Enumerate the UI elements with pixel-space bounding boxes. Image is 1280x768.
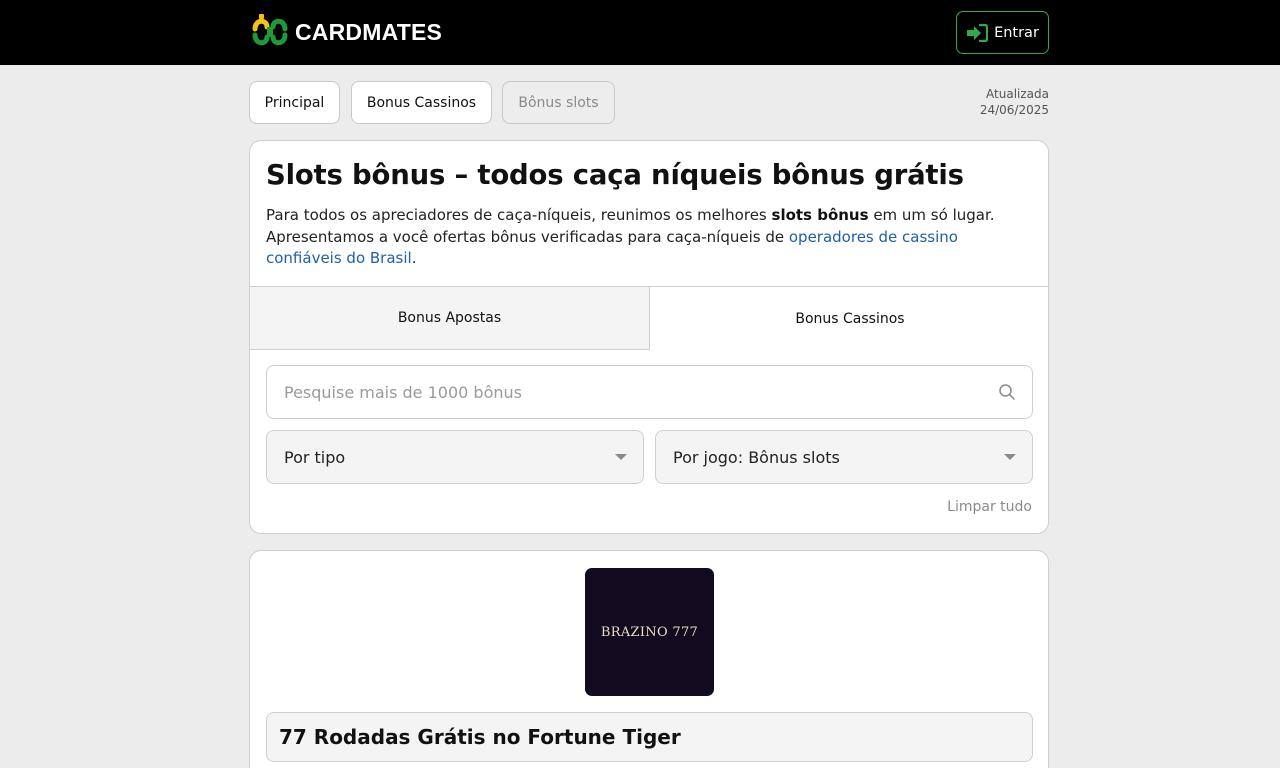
- game-filter-value: Por jogo: Bônus slots: [673, 447, 840, 467]
- page-title: Slots bônus – todos caça níqueis bônus g…: [266, 159, 964, 191]
- search-input[interactable]: [267, 366, 987, 418]
- bonus-filter-panel: Slots bônus – todos caça níqueis bônus g…: [249, 140, 1049, 534]
- top-header: CARDMATES Entrar: [0, 0, 1280, 65]
- breadcrumb-bonus-slots: Bônus slots: [502, 81, 615, 124]
- offer-title[interactable]: 77 Rodadas Grátis no Fortune Tiger: [266, 712, 1033, 762]
- tab-bonus-apostas[interactable]: Bonus Apostas: [250, 287, 650, 350]
- tab-bonus-cassinos[interactable]: Bonus Cassinos: [650, 287, 1048, 350]
- search-icon[interactable]: [998, 383, 1016, 401]
- clear-filters-link[interactable]: Limpar tudo: [947, 499, 1032, 515]
- site-logo[interactable]: CARDMATES: [249, 11, 442, 53]
- last-updated: Atualizada 24/06/2025: [980, 86, 1049, 118]
- type-filter-select[interactable]: Por tipo: [266, 430, 644, 484]
- intro-text-3: .: [411, 249, 417, 267]
- breadcrumb-principal[interactable]: Principal: [249, 81, 340, 124]
- login-button[interactable]: Entrar: [956, 11, 1049, 54]
- bonus-offer-card: BRAZINO 777 77 Rodadas Grátis no Fortune…: [249, 550, 1049, 768]
- breadcrumb-bonus-cassinos[interactable]: Bonus Cassinos: [351, 81, 492, 124]
- bonus-tabs: Bonus Apostas Bonus Cassinos: [250, 286, 1048, 350]
- updated-date: 24/06/2025: [979, 103, 1049, 117]
- casino-logo-text: BRAZINO 777: [600, 624, 699, 640]
- login-arrow-icon: [967, 23, 989, 42]
- search-box: [266, 365, 1033, 419]
- clover-logo-icon: [252, 14, 288, 46]
- casino-logo[interactable]: BRAZINO 777: [585, 568, 714, 696]
- intro-paragraph: Para todos os apreciadores de caça-níque…: [266, 205, 1026, 270]
- brand-name: CARDMATES: [295, 18, 443, 45]
- chevron-down-icon: [615, 454, 627, 460]
- game-filter-select[interactable]: Por jogo: Bônus slots: [655, 430, 1033, 484]
- updated-label: Atualizada: [986, 87, 1049, 101]
- login-label: Entrar: [994, 24, 1039, 41]
- chevron-down-icon: [1004, 454, 1016, 460]
- intro-text-1: Para todos os apreciadores de caça-níque…: [266, 206, 772, 224]
- type-filter-value: Por tipo: [284, 447, 346, 467]
- intro-bold-text: slots bônus: [771, 206, 869, 224]
